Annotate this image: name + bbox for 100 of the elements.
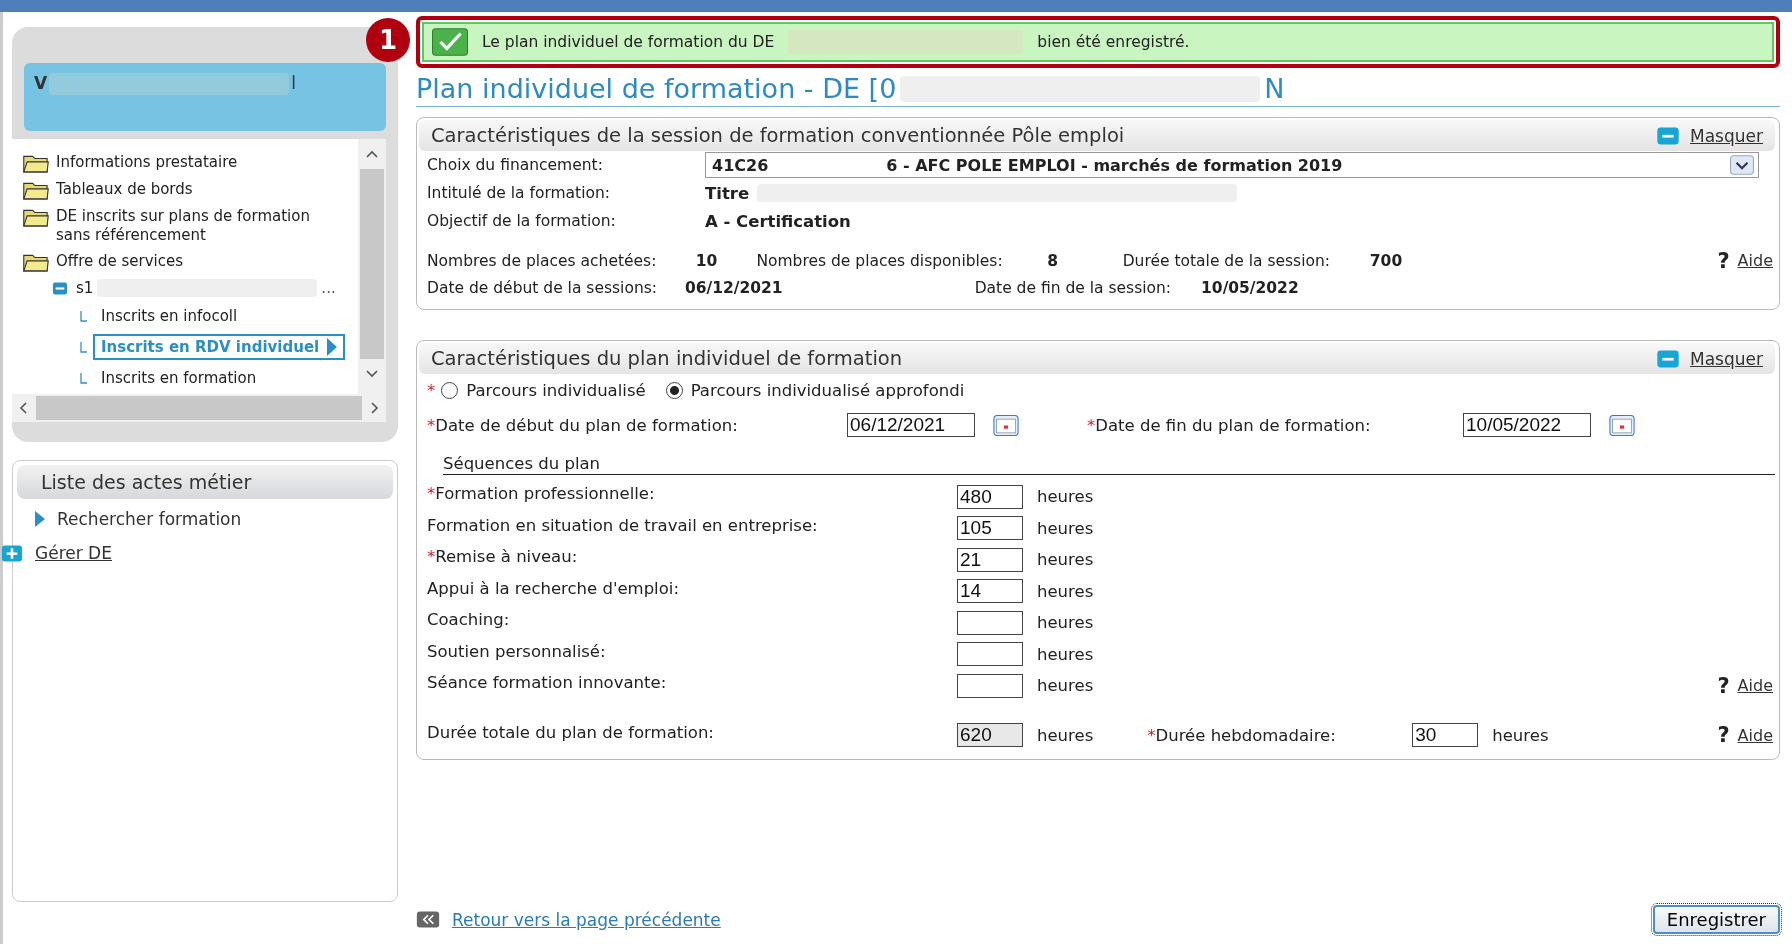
- hide-link[interactable]: Masquer: [1690, 125, 1763, 146]
- back-link[interactable]: Retour vers la page précédente: [452, 909, 721, 930]
- financing-dropdown[interactable]: 41C26 6 - AFC POLE EMPLOI - marchés de formation 2019: [705, 152, 1759, 178]
- stat-label: Nombres de places achetées:: [427, 251, 657, 270]
- page-title-end: N: [1264, 74, 1285, 104]
- tree-item[interactable]: Inscrits en RDV individuel: [93, 334, 346, 360]
- collapse-icon: [1656, 349, 1681, 368]
- field-label: Soutien personnalisé:: [427, 640, 607, 661]
- hide-link[interactable]: Masquer: [1690, 348, 1763, 369]
- hours-field[interactable]: 14: [957, 579, 1023, 604]
- unit-label: heures: [1037, 676, 1094, 696]
- field-label: *Durée hebdomadaire:: [1147, 725, 1337, 745]
- tree-item[interactable]: s1: [76, 279, 94, 297]
- chevron-right-icon[interactable]: [370, 401, 380, 415]
- stat-label: Date de fin de la session:: [974, 278, 1172, 297]
- panel-title: Liste des actes métier: [17, 465, 393, 499]
- tree-item[interactable]: Tableaux de bords: [22, 180, 358, 200]
- stat-label: Date de début de la sessions:: [427, 278, 658, 297]
- help-icon: ?: [1717, 248, 1730, 273]
- stat-label: Durée totale de la session:: [1122, 251, 1330, 270]
- hours-field[interactable]: 105: [957, 516, 1023, 541]
- chevron-left-icon[interactable]: [18, 401, 28, 415]
- action-link[interactable]: Rechercher formation: [57, 509, 242, 529]
- help-icon: ?: [1717, 673, 1730, 698]
- required-mark: *: [427, 380, 436, 400]
- date-field[interactable]: 10/05/2022: [1463, 413, 1591, 437]
- message-text: bien été enregistré.: [1037, 33, 1190, 51]
- help-link[interactable]: Aide: [1737, 676, 1773, 696]
- triangle-icon: [35, 511, 45, 527]
- field-label: *Date de début du plan de formation:: [427, 415, 739, 435]
- tree-connector-icon: [80, 341, 87, 353]
- unit-label: heures: [1037, 581, 1094, 601]
- field-value: Titre: [705, 183, 750, 203]
- message-text: Le plan individuel de formation du DE: [482, 33, 775, 51]
- field-label: Objectif de la formation:: [426, 212, 617, 230]
- radio-option[interactable]: Parcours individualisé approfondi: [665, 380, 965, 400]
- callout-badge: 1: [366, 18, 410, 62]
- collapse-icon: [1656, 126, 1681, 145]
- collapse-icon[interactable]: [52, 281, 68, 295]
- tree-item[interactable]: Offre de services: [22, 252, 358, 272]
- calendar-icon[interactable]: [993, 414, 1019, 436]
- tree-connector-icon: [80, 372, 87, 384]
- vertical-scrollbar[interactable]: [358, 139, 386, 394]
- stat-label: Nombres de places disponibles:: [756, 251, 1003, 270]
- panel-title: Caractéristiques de la session de formation conventionnée Pôle emploi: [431, 124, 1125, 147]
- folder-icon: [22, 207, 50, 227]
- section-title: Séquences du plan: [443, 454, 1775, 475]
- hours-field[interactable]: 21: [957, 547, 1023, 572]
- triangle-icon: [327, 338, 338, 356]
- double-chevron-icon: [416, 911, 440, 928]
- panel-title: Caractéristiques du plan individuel de formation: [431, 347, 903, 370]
- horizontal-scrollbar[interactable]: [12, 394, 386, 422]
- checkmark-icon: [432, 28, 468, 56]
- folder-icon: [22, 252, 50, 272]
- hours-field[interactable]: [957, 673, 1023, 698]
- field-label: Intitulé de la formation:: [426, 184, 612, 202]
- field-label: *Formation professionnelle:: [427, 483, 656, 503]
- hours-field[interactable]: [957, 610, 1023, 635]
- help-link[interactable]: Aide: [1737, 251, 1773, 270]
- folder-icon: [22, 153, 50, 173]
- field-value: A - Certification: [705, 211, 851, 231]
- save-button[interactable]: Enregistrer: [1652, 905, 1780, 934]
- hours-field[interactable]: [957, 642, 1023, 667]
- total-field[interactable]: 620: [957, 723, 1023, 748]
- unit-label: heures: [1037, 613, 1094, 633]
- stat-value: 10: [694, 251, 719, 270]
- date-field[interactable]: 06/12/2021: [847, 413, 975, 437]
- chevron-up-icon[interactable]: [365, 149, 379, 159]
- unit-label: heures: [1037, 550, 1094, 570]
- stat-value: 10/05/2022: [1201, 278, 1299, 297]
- unit-label: heures: [1037, 518, 1094, 538]
- unit-label: heures: [1037, 725, 1094, 745]
- stat-value: 8: [1046, 251, 1060, 270]
- field-label: Appui à la recherche d'emploi:: [427, 577, 680, 598]
- field-label: *Date de fin du plan de formation:: [1087, 415, 1372, 435]
- user-initial: V: [34, 73, 48, 93]
- radio-option[interactable]: Parcours individualisé: [441, 380, 646, 400]
- tree-connector-icon: [80, 310, 87, 322]
- page-title: Plan individuel de formation - DE [0: [416, 74, 897, 104]
- stat-value: 06/12/2021: [685, 278, 783, 297]
- field-label: Coaching:: [427, 609, 511, 629]
- calendar-icon[interactable]: [1609, 414, 1635, 436]
- chevron-down-icon: [1730, 155, 1754, 175]
- help-link[interactable]: Aide: [1737, 725, 1773, 745]
- weekly-hours-field[interactable]: 30: [1412, 723, 1479, 748]
- unit-label: heures: [1037, 644, 1094, 664]
- chevron-down-icon[interactable]: [365, 369, 379, 379]
- action-link[interactable]: Gérer DE: [35, 543, 112, 563]
- field-label: *Remise à niveau:: [427, 546, 579, 566]
- tree-item[interactable]: Inscrits en infocoll: [93, 303, 246, 329]
- hours-field[interactable]: 480: [957, 484, 1023, 509]
- unit-label: heures: [1037, 487, 1094, 507]
- tree-item[interactable]: Informations prestataire: [22, 153, 358, 173]
- tree-item[interactable]: DE inscrits sur plans de formation sans référencement: [22, 207, 358, 245]
- help-icon: ?: [1717, 723, 1730, 748]
- tree-item[interactable]: Inscrits en formation: [93, 365, 265, 391]
- field-label: Durée totale du plan de formation:: [427, 721, 715, 742]
- folder-icon: [22, 180, 50, 200]
- unit-label: heures: [1492, 725, 1549, 745]
- stat-value: 700: [1368, 251, 1404, 270]
